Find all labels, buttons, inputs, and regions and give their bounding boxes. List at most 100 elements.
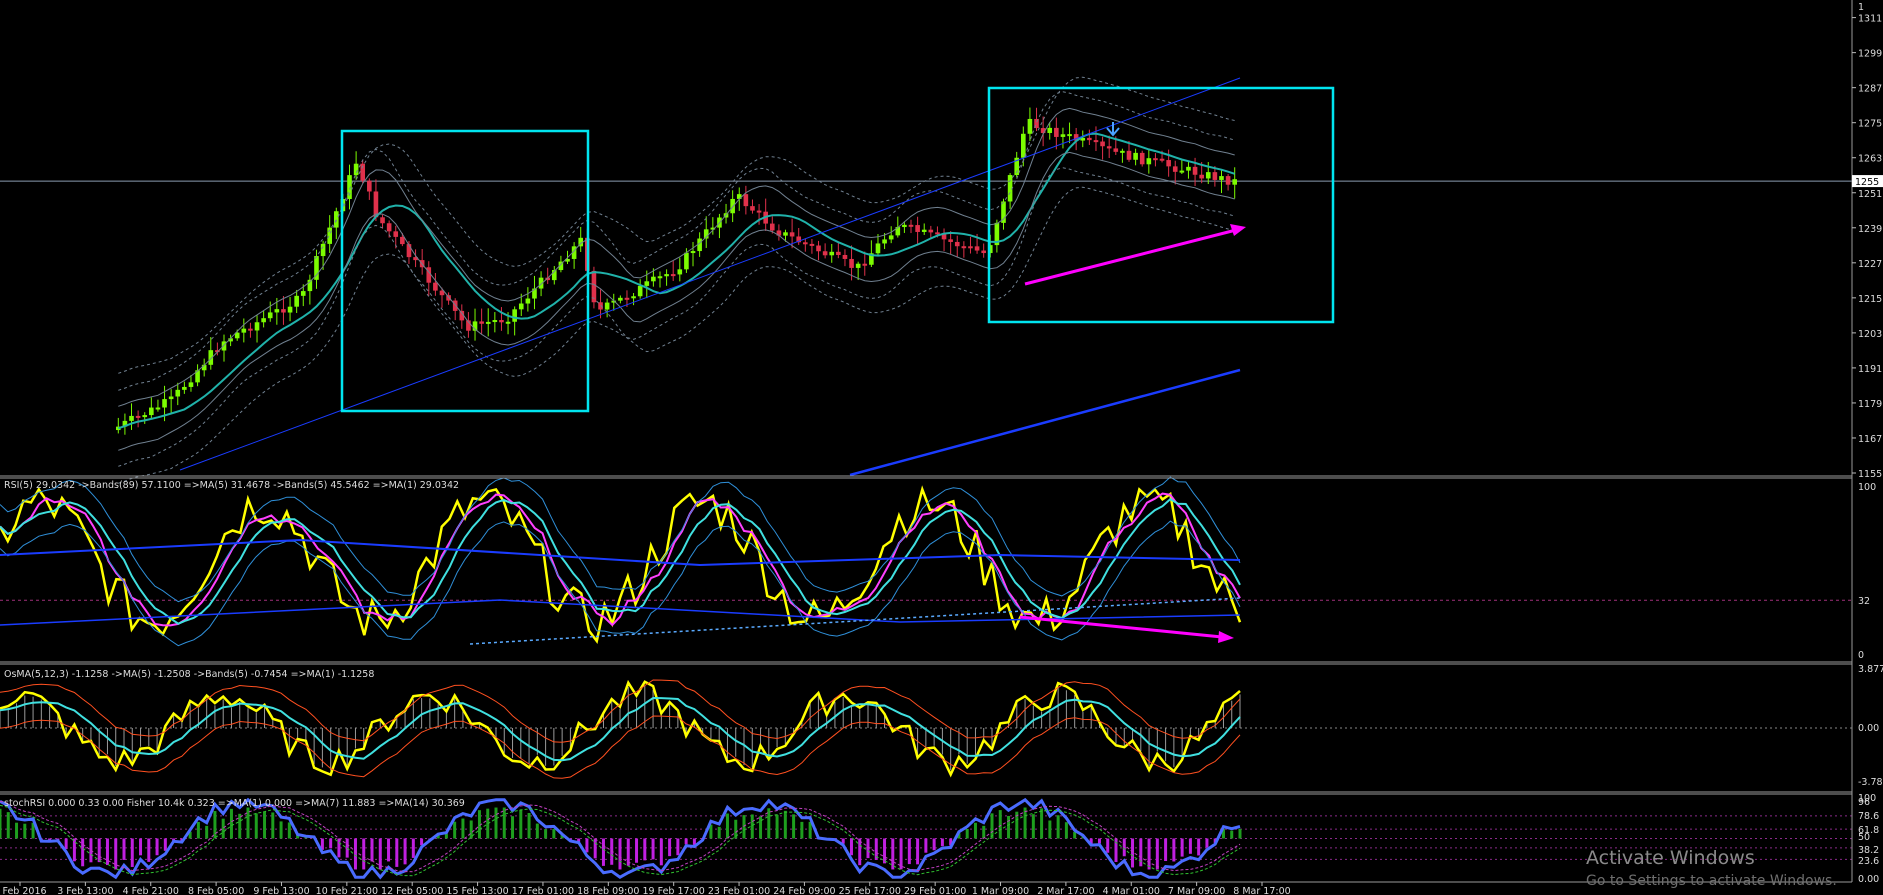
bear-candle [862,263,868,266]
down-arrow-marker [1106,122,1120,137]
time-tick-label: 8 Mar 17:00 [1233,886,1290,895]
bull-candle [1186,166,1191,171]
bull-candle [1232,179,1237,185]
time-tick-label: 3 Feb 2016 [0,886,47,895]
price-tick-label: 1191 [1858,364,1882,375]
bull-candle [353,163,359,176]
bear-candle [433,282,438,291]
price-tick-label: 1239 [1858,224,1882,235]
time-tick-label: 12 Feb 05:00 [381,886,443,895]
time-tick-label: 2 Mar 17:00 [1037,886,1094,895]
rsi-ma-line-2 [0,497,1241,625]
bull-candle [175,389,181,397]
uptrend-arrow [1024,228,1237,286]
bear-candle [452,300,458,311]
bull-candle [241,328,247,333]
bull-candle [829,251,835,256]
bull-candle [155,407,161,410]
bear-candle [769,223,775,231]
bear-candle [1126,150,1132,160]
bear-candle [974,246,980,251]
bear-candle [1192,166,1198,175]
bull-candle [129,415,134,421]
bull-candle [783,232,788,236]
time-tick-label: 29 Feb 01:00 [904,886,966,895]
stoch-rsi-panel[interactable] [0,797,1852,880]
rsi-panel[interactable] [0,476,1852,647]
bear-candle [968,246,973,249]
bear-candle [836,251,841,255]
time-tick-label: 23 Feb 01:00 [708,886,770,895]
highlight-box-mar[interactable] [987,86,1335,324]
bull-candle [162,399,167,408]
bear-candle [367,180,372,192]
bear-candle [1212,172,1218,180]
bull-candle [1021,133,1026,158]
bull-candle [855,263,861,268]
price-tick-label: 1203 [1858,329,1882,340]
bear-candle [809,243,815,246]
bull-candle [882,239,887,244]
price-top-label: 1 [1858,2,1864,13]
bull-candle [1120,150,1125,153]
stoch-tick-label: 96 [1858,797,1870,808]
bear-candle [1054,127,1059,137]
time-tick-label: 15 Feb 13:00 [446,886,508,895]
stoch-header: stochRSI 0.000 0.33 0.00 Fisher 10.4k 0.… [4,798,465,809]
osma-tick-label: 0.00 [1858,723,1879,734]
bear-candle [446,295,451,301]
rsi-tick-label: 100 [1858,482,1876,493]
price-tick-label: 1311 [1858,14,1882,25]
bear-candle [915,225,920,232]
bull-candle [604,302,610,310]
osma-tick-label: -3.78 [1858,777,1883,788]
bear-candle [1106,146,1112,149]
axes: 1311 1299 1287 1275 1263 1251 1239 1227 1215 1203… [0,0,1883,895]
bear-candle [393,231,399,237]
time-tick-label: 19 Feb 17:00 [643,886,705,895]
bear-candle [1199,174,1204,179]
highlight-box-feb[interactable] [340,129,590,413]
bull-candle [320,243,326,257]
bull-candle [149,407,154,416]
price-tick-label: 1299 [1858,49,1882,60]
bull-candle [1146,158,1152,165]
bull-candle [1179,170,1185,173]
bull-candle [300,291,306,296]
bull-candle [730,198,735,214]
ma-line [117,132,1236,430]
rsi-tick-label: 0 [1858,650,1864,661]
osma-panel[interactable] [0,679,1852,779]
bull-candle [664,274,669,277]
bear-candle [928,229,934,233]
price-tick-label: 1251 [1858,189,1882,200]
bear-candle [948,239,953,242]
price-tick-label: 1179 [1858,399,1882,410]
price-tick-label: 1155 [1858,469,1882,480]
bull-candle [644,281,650,286]
bull-candle [1219,176,1224,180]
bear-candle [499,320,504,323]
stoch-tick-label: 78.6 [1858,811,1879,822]
rsi-tick-label: 32 [1858,596,1870,607]
bear-candle [1172,166,1178,172]
bear-candle [380,217,385,224]
activate-windows-title: Activate Windows [1586,847,1755,869]
bull-candle [1205,172,1211,179]
stoch-tick-label: 38.2 [1858,845,1879,856]
bear-candle [789,232,795,237]
trading-chart[interactable]: 1311 1299 1287 1275 1263 1251 1239 1227 1215 1203… [0,0,1883,895]
bull-candle [188,382,194,387]
activate-windows-subtitle: Go to Settings to activate Windows. [1586,873,1837,889]
bull-candle [618,297,623,301]
osma-tick-label: 3.877 [1858,664,1883,675]
bull-candle [902,224,907,228]
bear-candle [248,328,253,331]
bear-candle [849,258,854,268]
price-panel[interactable] [0,76,1852,484]
bull-candle [182,386,187,390]
bear-candle [908,224,914,227]
bear-candle [750,206,755,211]
time-tick-label: 9 Feb 13:00 [253,886,309,895]
trend-line-lower [849,368,1241,477]
